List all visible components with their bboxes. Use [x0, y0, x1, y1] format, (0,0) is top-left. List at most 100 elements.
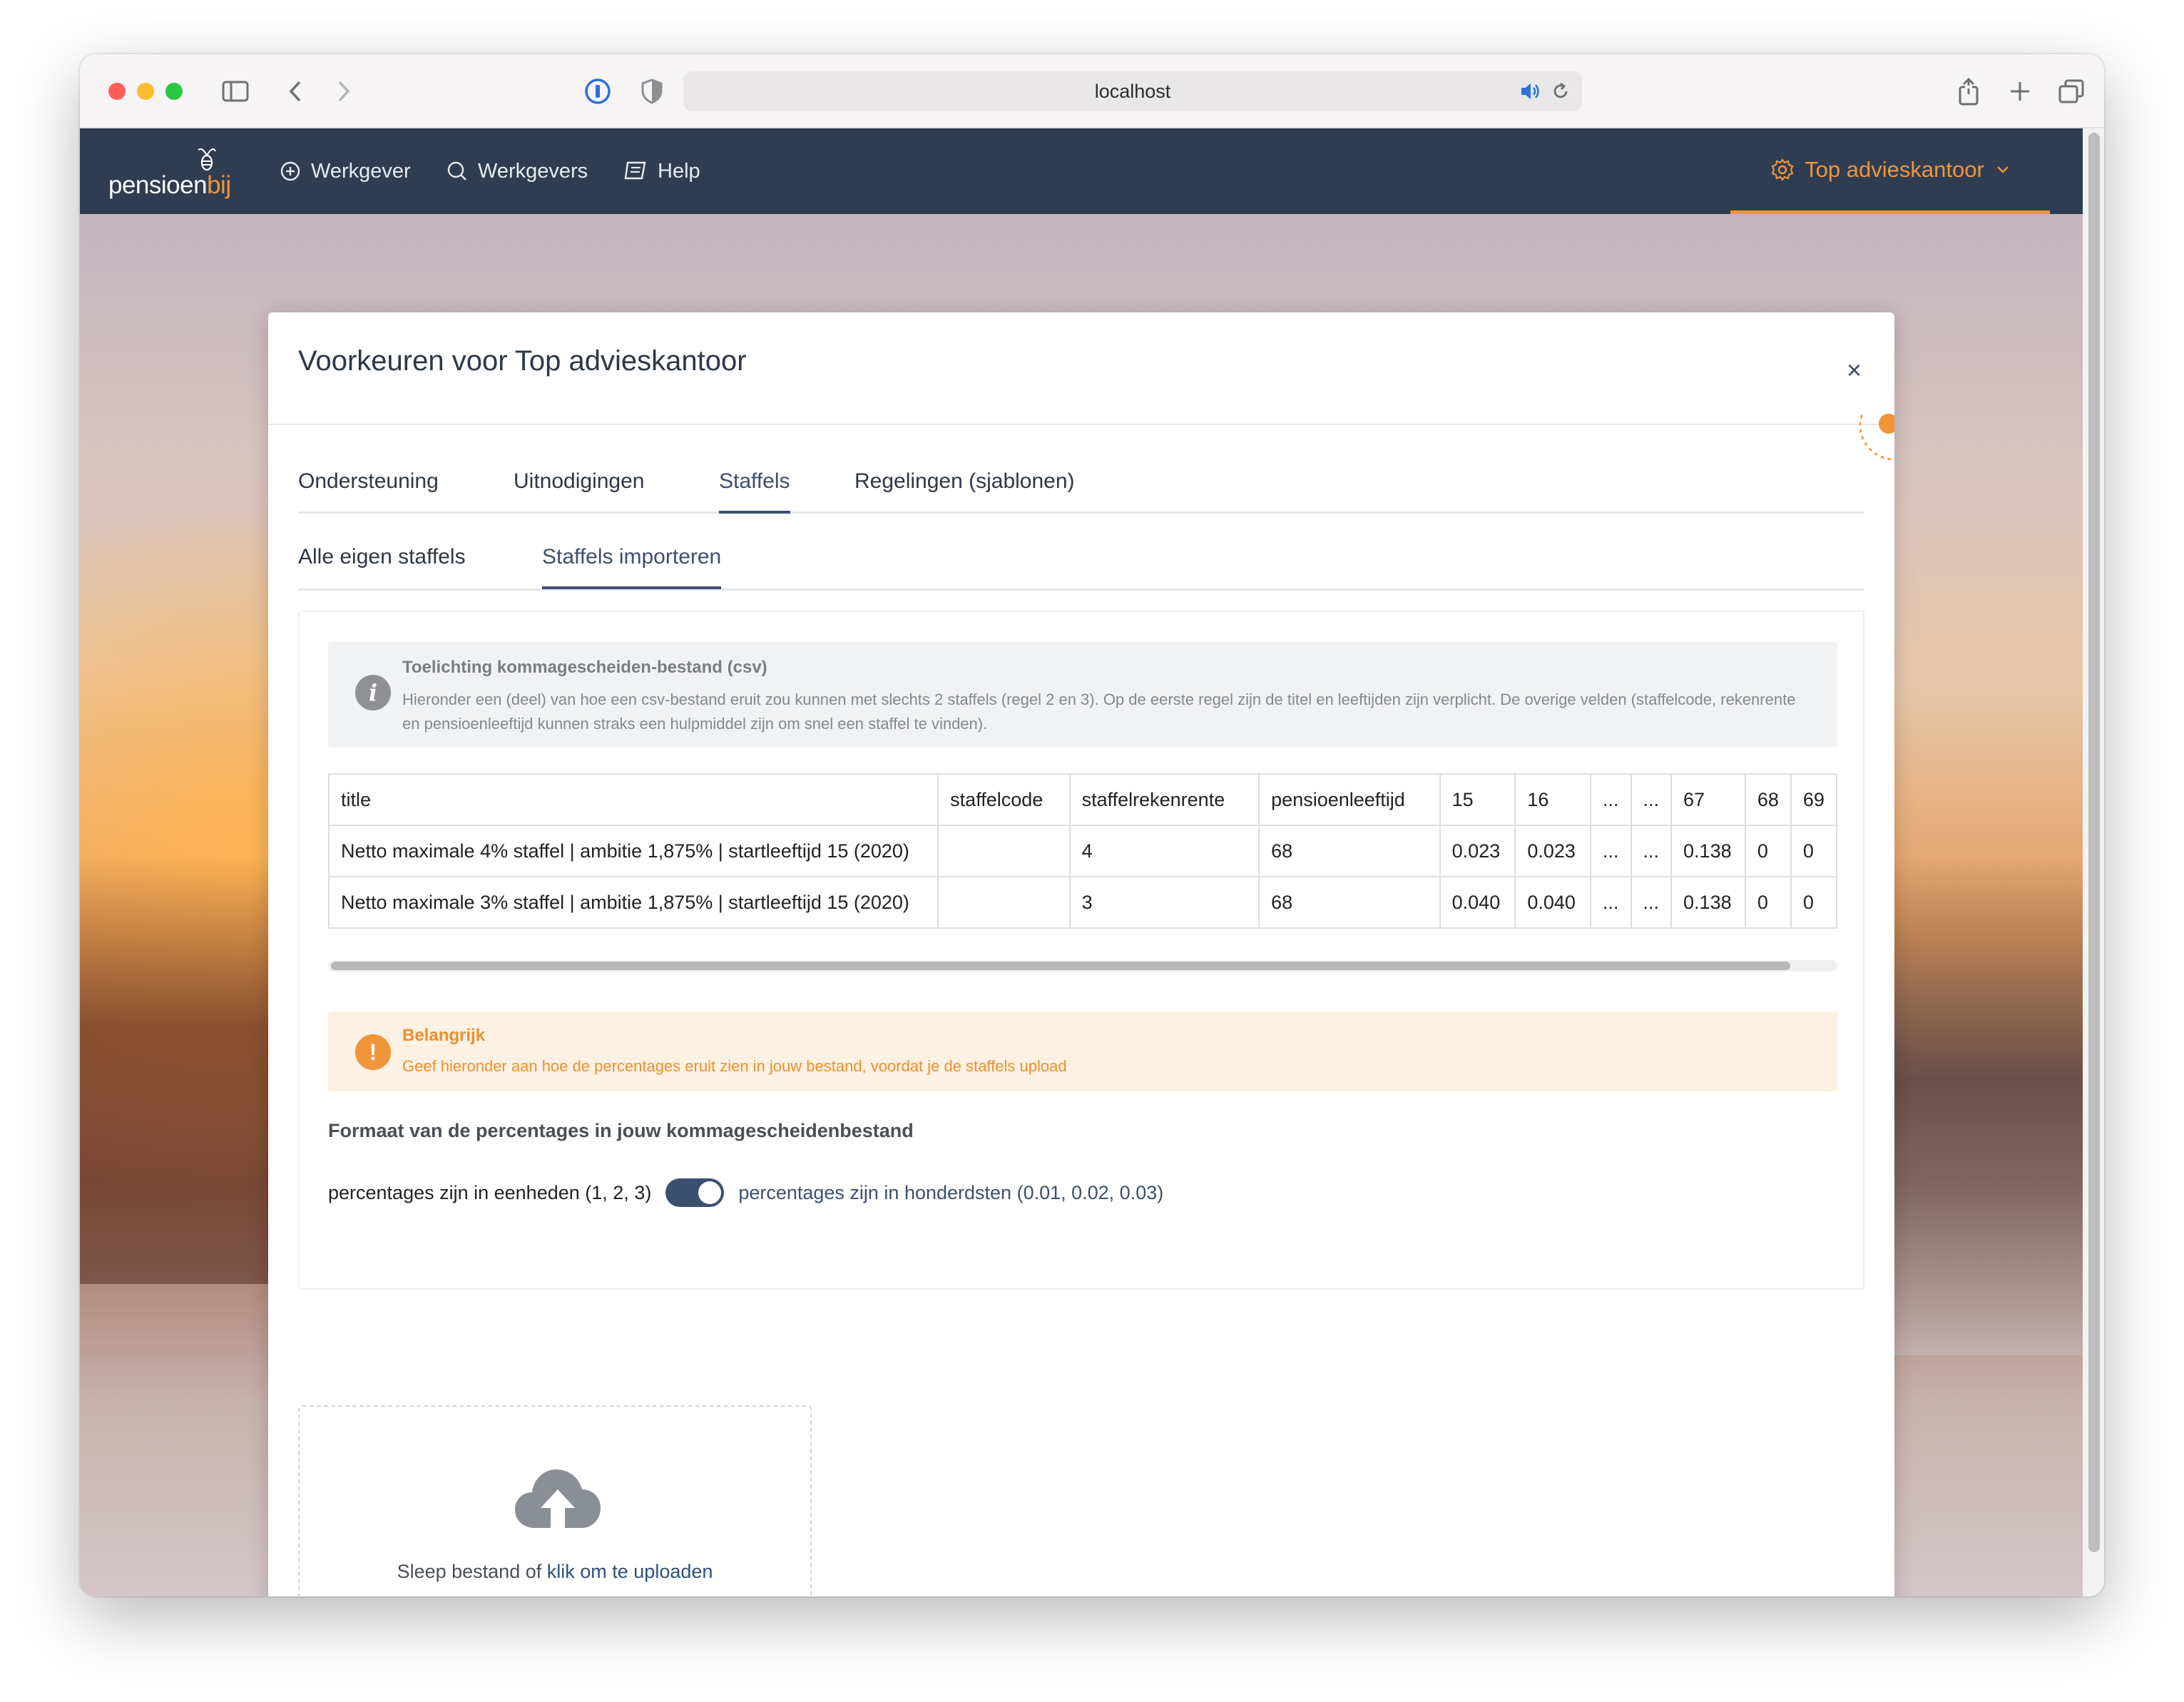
- column-header: staffelcode: [937, 773, 1071, 826]
- nav-werkgevers-label: Werkgevers: [478, 159, 588, 183]
- subtab-staffels-importeren[interactable]: Staffels importeren: [542, 539, 722, 589]
- format-option-units[interactable]: percentages zijn in eenheden (1, 2, 3): [328, 1182, 651, 1204]
- info-text: Hieronder een (deel) van hoe een csv-bes…: [402, 691, 1796, 733]
- table-cell: 4: [1068, 825, 1260, 877]
- format-toggle-row: percentages zijn in eenheden (1, 2, 3) p…: [328, 1177, 1163, 1208]
- warning-title: Belangrijk: [402, 1026, 486, 1045]
- table-cell: 0.040: [1439, 876, 1516, 929]
- page-scrollbar-thumb[interactable]: [2088, 133, 2100, 1552]
- background-trees-right: [1869, 856, 2083, 1355]
- info-title: Toelichting kommagescheiden-bestand (csv…: [402, 658, 767, 677]
- tab-ondersteuning[interactable]: Ondersteuning: [298, 464, 439, 514]
- table-cell: ...: [1630, 825, 1673, 877]
- table-cell: 68: [1258, 876, 1441, 929]
- table-header-row: title staffelcode staffelrekenrente pens…: [328, 773, 1837, 826]
- info-icon: i: [355, 675, 391, 710]
- table-cell: Netto maximale 4% staffel | ambitie 1,87…: [328, 825, 939, 877]
- upload-dropzone[interactable]: Sleep bestand of klik om te uploaden: [298, 1405, 812, 1596]
- password-manager-icon[interactable]: [582, 73, 613, 110]
- column-header: pensioenleeftijd: [1258, 773, 1441, 826]
- close-icon[interactable]: ×: [1847, 355, 1862, 385]
- column-header: 68: [1744, 773, 1792, 826]
- bee-icon: [198, 148, 216, 171]
- preferences-modal: Voorkeuren voor Top advieskantoor × Onde…: [268, 312, 1894, 1596]
- background-trees-left: [80, 856, 294, 1284]
- nav-help[interactable]: Help: [623, 157, 700, 185]
- gear-icon: [1771, 158, 1794, 181]
- table-cell: ...: [1590, 825, 1632, 877]
- url-text: localhost: [1094, 80, 1171, 102]
- shield-icon[interactable]: [638, 73, 666, 110]
- table-row: Netto maximale 3% staffel | ambitie 1,87…: [328, 876, 1837, 929]
- chevron-down-icon: [1996, 165, 2009, 173]
- table-cell: 0.138: [1670, 876, 1746, 929]
- search-icon: [447, 161, 466, 180]
- share-icon[interactable]: [1953, 73, 1984, 110]
- plus-circle-icon: [280, 161, 300, 181]
- decorative-circle: [1852, 412, 1894, 469]
- close-window-button[interactable]: [108, 83, 126, 100]
- new-tab-icon[interactable]: [2004, 73, 2036, 110]
- info-box: i Toelichting kommagescheiden-bestand (c…: [328, 642, 1837, 748]
- book-icon: [624, 161, 646, 180]
- back-icon[interactable]: [281, 73, 310, 110]
- table-cell: 0.023: [1439, 825, 1516, 877]
- brand-logo[interactable]: pensioenbij: [108, 144, 237, 201]
- table-cell: Netto maximale 3% staffel | ambitie 1,87…: [328, 876, 939, 929]
- table-cell: 0: [1744, 876, 1792, 929]
- format-option-hundredths[interactable]: percentages zijn in honderdsten (0.01, 0…: [738, 1182, 1163, 1204]
- forward-icon[interactable]: [330, 73, 358, 110]
- nav-werkgever-label: Werkgever: [311, 159, 411, 183]
- column-header: title: [328, 773, 939, 826]
- csv-example-table-wrapper[interactable]: title staffelcode staffelrekenrente pens…: [328, 773, 1837, 936]
- table-cell: 3: [1068, 876, 1260, 929]
- table-cell: ...: [1590, 876, 1632, 929]
- nav-help-label: Help: [658, 159, 700, 183]
- sidebar-toggle-icon[interactable]: [220, 73, 251, 110]
- browser-toolbar: localhost: [80, 54, 2104, 128]
- tab-uitnodigingen[interactable]: Uitnodigingen: [514, 464, 644, 514]
- address-bar[interactable]: localhost: [683, 71, 1582, 111]
- tab-staffels[interactable]: Staffels: [719, 464, 790, 514]
- upload-text-line: Sleep bestand of klik om te uploaden: [300, 1561, 810, 1583]
- audio-icon[interactable]: [1519, 81, 1541, 106]
- column-header: 16: [1514, 773, 1591, 826]
- table-cell: 0.023: [1514, 825, 1591, 877]
- brand-text: pensioenbij: [108, 171, 231, 200]
- tab-overview-icon[interactable]: [2056, 73, 2087, 110]
- table-row: Netto maximale 4% staffel | ambitie 1,87…: [328, 825, 1837, 877]
- nav-werkgever[interactable]: Werkgever: [280, 157, 411, 185]
- maximize-window-button[interactable]: [165, 83, 183, 100]
- table-cell: 0.040: [1514, 876, 1591, 929]
- main-tabs: Ondersteuning Uitnodigingen Staffels Reg…: [298, 464, 1864, 514]
- tab-regelingen[interactable]: Regelingen (sjablonen): [854, 464, 1075, 514]
- column-header: 69: [1790, 773, 1837, 826]
- browser-window: localhost pensioenbij Werkgever Werkgeve…: [80, 54, 2104, 1596]
- table-cell: [937, 825, 1071, 877]
- format-toggle[interactable]: [665, 1178, 725, 1207]
- table-cell: ...: [1630, 876, 1673, 929]
- column-header: staffelrekenrente: [1068, 773, 1260, 826]
- exclamation-icon: !: [355, 1034, 391, 1070]
- table-cell: 0.138: [1670, 825, 1746, 877]
- upload-link[interactable]: klik om te uploaden: [547, 1561, 713, 1582]
- modal-title: Voorkeuren voor Top advieskantoor: [298, 345, 747, 377]
- column-header: ...: [1590, 773, 1632, 826]
- subtab-alle-eigen-staffels[interactable]: Alle eigen staffels: [298, 539, 466, 589]
- upload-text: Sleep bestand of: [397, 1561, 542, 1582]
- column-header: ...: [1630, 773, 1673, 826]
- import-panel: i Toelichting kommagescheiden-bestand (c…: [298, 611, 1864, 1290]
- reload-icon[interactable]: [1551, 81, 1571, 106]
- modal-header: Voorkeuren voor Top advieskantoor ×: [268, 312, 1894, 425]
- minimize-window-button[interactable]: [137, 83, 154, 100]
- table-cell: 68: [1258, 825, 1441, 877]
- table-cell: 0: [1790, 876, 1837, 929]
- table-scrollbar-thumb[interactable]: [331, 962, 1790, 970]
- nav-werkgevers[interactable]: Werkgevers: [447, 157, 588, 185]
- account-label: Top advieskantoor: [1805, 156, 1984, 182]
- page-viewport: pensioenbij Werkgever Werkgevers Help To…: [80, 128, 2083, 1596]
- warning-box: ! Belangrijk Geef hieronder aan hoe de p…: [328, 1011, 1837, 1091]
- column-header: 67: [1670, 773, 1746, 826]
- account-menu[interactable]: Top advieskantoor: [1730, 128, 2050, 214]
- sub-tabs: Alle eigen staffels Staffels importeren: [298, 539, 1864, 591]
